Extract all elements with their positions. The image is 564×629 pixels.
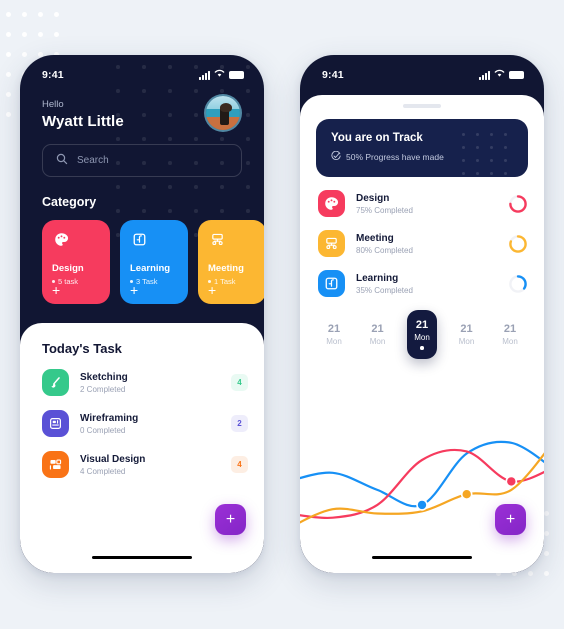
status-bar: 9:41 — [20, 55, 264, 89]
sheet-grabber[interactable] — [403, 104, 441, 108]
chart-marker-red[interactable] — [505, 475, 518, 488]
progress-ring — [509, 194, 527, 213]
status-bar-time: 9:41 — [42, 69, 64, 81]
card-dot-pattern — [444, 119, 528, 177]
brush-icon — [42, 369, 69, 396]
task-status: 4 Completed — [80, 466, 126, 476]
palette-icon — [318, 190, 345, 217]
status-bar-time: 9:41 — [322, 69, 344, 81]
task-status: 2 Completed — [80, 384, 126, 394]
category-card-learning[interactable]: Learning 3 Task + — [120, 220, 188, 304]
palette-icon — [52, 230, 71, 249]
layout-icon — [42, 451, 69, 478]
battery-icon — [229, 71, 244, 79]
date-day: Mon — [502, 336, 518, 346]
search-input[interactable]: Search — [42, 144, 242, 177]
category-add-button[interactable]: + — [52, 283, 60, 297]
progress-ring — [509, 234, 527, 253]
book-icon — [318, 270, 345, 297]
task-status: 0 Completed — [80, 425, 126, 435]
wifi-icon — [494, 69, 505, 81]
category-card-design[interactable]: Design 5 task + — [42, 220, 110, 304]
todays-task-sheet: Today's Task Sketching 2 Completed 4 Wirefr… — [20, 323, 264, 573]
date-chip[interactable]: 21 Mon — [320, 317, 348, 352]
date-chip-selected[interactable]: 21 Mon — [407, 310, 437, 359]
chart-line-blue — [300, 440, 544, 508]
date-day: Mon — [369, 336, 386, 346]
date-selector: 21 Mon 21 Mon 21 Mon 21 Mon 21 Mon — [320, 310, 524, 359]
check-circle-icon — [331, 150, 341, 163]
progress-name: Learning — [356, 272, 399, 284]
on-track-subtitle-row: 50% Progress have made — [331, 150, 513, 163]
meeting-icon — [208, 230, 227, 249]
date-number: 21 — [503, 322, 517, 335]
date-day: Mon — [326, 336, 342, 346]
date-dot — [420, 346, 424, 350]
chart-marker-blue[interactable] — [416, 499, 428, 511]
chart-marker-orange[interactable] — [460, 488, 473, 500]
task-name: Visual Design — [80, 453, 146, 465]
date-chip[interactable]: 21 Mon — [364, 317, 392, 352]
category-list: Design 5 task + Learning 3 Task + Meeting 1 Tas… — [42, 220, 264, 304]
book-icon — [130, 230, 149, 249]
date-number: 21 — [371, 322, 384, 335]
task-badge: 4 — [231, 374, 248, 391]
task-badge: 4 — [231, 456, 248, 473]
task-row[interactable]: Wireframing 0 Completed 2 — [42, 410, 248, 437]
date-number: 21 — [415, 319, 429, 331]
task-name: Wireframing — [80, 412, 139, 424]
add-task-button[interactable]: + — [495, 504, 526, 535]
phone-screen-home: 9:41 Hello Wyatt Little Search Category … — [20, 55, 264, 573]
battery-icon — [509, 71, 524, 79]
task-name: Sketching — [80, 371, 128, 383]
task-row[interactable]: Sketching 2 Completed 4 — [42, 369, 248, 396]
add-task-button[interactable]: + — [215, 504, 246, 535]
task-row[interactable]: Visual Design 4 Completed 4 — [42, 451, 248, 478]
task-badge: 2 — [231, 415, 248, 432]
progress-status: 35% Completed — [356, 285, 413, 295]
signal-bars-icon — [479, 70, 490, 80]
on-track-card: You are on Track 50% Progress have made — [316, 119, 528, 177]
todays-task-title: Today's Task — [42, 341, 122, 356]
progress-status: 75% Completed — [356, 205, 413, 215]
date-number: 21 — [327, 322, 341, 335]
progress-list: Design 75% Completed Meeting 80% Completed L… — [318, 190, 528, 297]
category-card-meeting[interactable]: Meeting 1 Task + — [198, 220, 264, 304]
category-add-button[interactable]: + — [208, 283, 216, 297]
date-chip[interactable]: 21 Mon — [453, 317, 481, 352]
progress-name: Design — [356, 192, 390, 204]
category-name: Design — [52, 263, 84, 274]
phone-screen-progress: 9:41 You are on Track 50% Progress have … — [300, 55, 544, 573]
date-day: Mon — [458, 336, 475, 346]
search-placeholder: Search — [77, 155, 109, 166]
home-indicator — [372, 555, 472, 559]
category-title: Category — [42, 195, 97, 209]
home-indicator — [92, 555, 192, 559]
progress-status: 80% Completed — [356, 245, 413, 255]
category-name: Learning — [130, 263, 171, 274]
progress-name: Meeting — [356, 232, 394, 244]
progress-row[interactable]: Meeting 80% Completed — [318, 230, 528, 257]
progress-row[interactable]: Learning 35% Completed — [318, 270, 528, 297]
date-day: Mon — [414, 333, 430, 342]
date-number: 21 — [460, 322, 473, 335]
wifi-icon — [214, 69, 225, 81]
search-icon — [56, 152, 68, 170]
progress-ring — [509, 274, 527, 293]
on-track-title: You are on Track — [331, 132, 423, 144]
task-list: Sketching 2 Completed 4 Wireframing 0 Comple… — [42, 369, 248, 478]
status-bar: 9:41 — [300, 55, 544, 89]
progress-sheet: You are on Track 50% Progress have made … — [300, 95, 544, 573]
signal-bars-icon — [199, 70, 210, 80]
user-avatar[interactable] — [204, 94, 242, 132]
meeting-icon — [318, 230, 345, 257]
home-header: Hello Wyatt Little — [20, 89, 264, 132]
wireframe-icon — [42, 410, 69, 437]
category-name: Meeting — [208, 263, 244, 274]
category-add-button[interactable]: + — [130, 283, 138, 297]
on-track-subtitle: 50% Progress have made — [346, 152, 444, 162]
progress-row[interactable]: Design 75% Completed — [318, 190, 528, 217]
date-chip[interactable]: 21 Mon — [496, 317, 524, 352]
